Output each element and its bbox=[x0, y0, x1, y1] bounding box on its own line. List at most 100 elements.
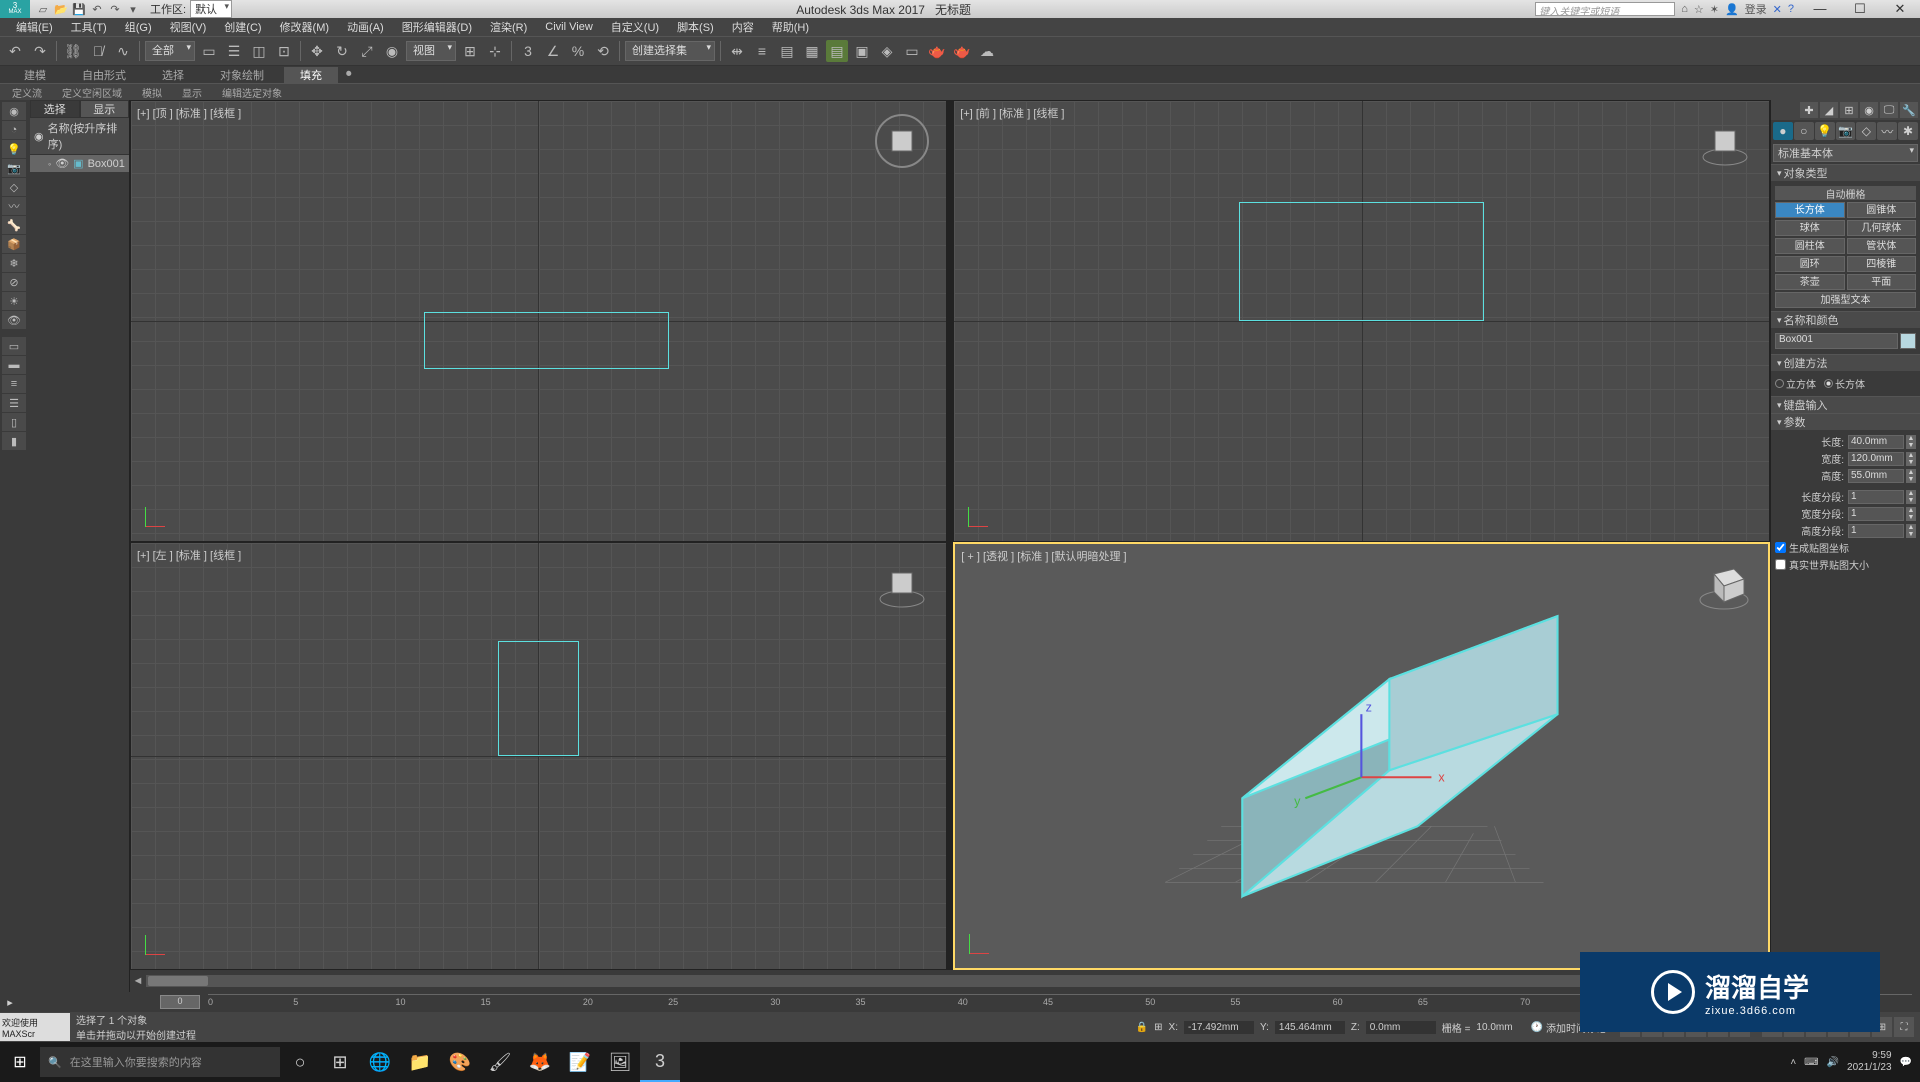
se-filter-container-icon[interactable]: 📦 bbox=[2, 235, 26, 253]
method-cube-radio[interactable]: 立方体 bbox=[1775, 376, 1816, 391]
cat-systems-icon[interactable]: ✱ bbox=[1898, 122, 1918, 140]
menu-views[interactable]: 视图(V) bbox=[162, 19, 215, 35]
viewport-front[interactable]: [+] [前 ] [标准 ] [线框 ] bbox=[953, 100, 1770, 542]
se-filter-hidden-icon[interactable]: ⊘ bbox=[2, 273, 26, 291]
task-explorer-icon[interactable]: 📁 bbox=[400, 1042, 440, 1082]
help-icon[interactable]: ? bbox=[1788, 3, 1794, 15]
menu-group[interactable]: 组(G) bbox=[117, 19, 160, 35]
se-item-box001[interactable]: ◦ 👁 ▣ Box001 bbox=[30, 155, 129, 172]
se-filter-lights-icon[interactable]: 💡 bbox=[2, 140, 26, 158]
project-icon[interactable]: ▾ bbox=[126, 2, 140, 16]
rollout-namecolor[interactable]: 名称和颜色 bbox=[1771, 311, 1920, 328]
se-display-icon[interactable]: 👁 bbox=[2, 311, 26, 329]
realworld-checkbox[interactable] bbox=[1775, 559, 1786, 570]
render-iterative-button[interactable]: 🫖 bbox=[951, 40, 973, 62]
se-tool2-icon[interactable]: ▬ bbox=[2, 356, 26, 374]
wseg-spinbtn[interactable]: ▲▼ bbox=[1906, 507, 1916, 521]
ribbon-tab-populate[interactable]: 填充 bbox=[284, 67, 338, 83]
window-crossing-button[interactable]: ⊡ bbox=[273, 40, 295, 62]
mirror-button[interactable]: ⇹ bbox=[726, 40, 748, 62]
expand-icon[interactable]: ◦ bbox=[48, 159, 51, 169]
pivot-button[interactable]: ⊞ bbox=[459, 40, 481, 62]
se-tool1-icon[interactable]: ▭ bbox=[2, 337, 26, 355]
task-app4-icon[interactable]: 🖼 bbox=[600, 1042, 640, 1082]
menu-animation[interactable]: 动画(A) bbox=[339, 19, 392, 35]
prim-cone[interactable]: 圆锥体 bbox=[1847, 202, 1917, 218]
notifications-icon[interactable]: 💬 bbox=[1900, 1057, 1912, 1068]
render-setup-button[interactable]: ◈ bbox=[876, 40, 898, 62]
new-icon[interactable]: ▱ bbox=[36, 2, 50, 16]
height-spinner[interactable]: 55.0mm bbox=[1848, 469, 1904, 483]
unlink-button[interactable]: ⛓̸ bbox=[87, 40, 109, 62]
se-filter-space-icon[interactable]: 〰 bbox=[2, 197, 26, 215]
viewport-perspective[interactable]: [ + ] [透视 ] [标准 ] [默认明暗处理 ] x y z bbox=[953, 542, 1770, 970]
prim-teapot[interactable]: 茶壶 bbox=[1775, 274, 1845, 290]
viewcube-persp[interactable] bbox=[1694, 554, 1754, 614]
ribbon-toggle-icon[interactable]: ⏺ bbox=[342, 68, 356, 81]
ribbon-tab-selection[interactable]: 选择 bbox=[146, 67, 200, 83]
cat-helpers-icon[interactable]: ◇ bbox=[1856, 122, 1876, 140]
link-button[interactable]: ⛓ bbox=[62, 40, 84, 62]
prim-pyramid[interactable]: 四棱锥 bbox=[1847, 256, 1917, 272]
length-spinbtn[interactable]: ▲▼ bbox=[1906, 435, 1916, 449]
se-tool5-icon[interactable]: ▯ bbox=[2, 413, 26, 431]
menu-rendering[interactable]: 渲染(R) bbox=[482, 19, 535, 35]
prim-box[interactable]: 长方体 bbox=[1775, 202, 1845, 218]
start-button[interactable]: ⊞ bbox=[0, 1042, 40, 1082]
snap-toggle[interactable]: 3 bbox=[517, 40, 539, 62]
lseg-spinner[interactable]: 1 bbox=[1848, 490, 1904, 504]
se-filter-geometry-icon[interactable]: ◉ bbox=[2, 102, 26, 120]
windows-search-input[interactable]: 🔍 在这里输入你要搜索的内容 bbox=[40, 1047, 280, 1077]
exchange-icon[interactable]: ✶ bbox=[1710, 3, 1719, 16]
length-spinner[interactable]: 40.0mm bbox=[1848, 435, 1904, 449]
lseg-spinbtn[interactable]: ▲▼ bbox=[1906, 490, 1916, 504]
timetag-icon[interactable]: 🕐 bbox=[1531, 1022, 1543, 1033]
workspace-dropdown[interactable]: 默认 bbox=[190, 0, 232, 18]
prim-sphere[interactable]: 球体 bbox=[1775, 220, 1845, 236]
cp-motion-icon[interactable]: ◉ bbox=[1860, 102, 1878, 118]
percent-snap[interactable]: % bbox=[567, 40, 589, 62]
cat-cameras-icon[interactable]: 📷 bbox=[1836, 122, 1856, 140]
bind-button[interactable]: ∿ bbox=[112, 40, 134, 62]
select-object-button[interactable]: ▭ bbox=[198, 40, 220, 62]
prim-torus[interactable]: 圆环 bbox=[1775, 256, 1845, 272]
ribbon-sub-display[interactable]: 显示 bbox=[174, 85, 210, 100]
redo-icon[interactable]: ↷ bbox=[108, 2, 122, 16]
ribbon-sub-idle[interactable]: 定义空闲区域 bbox=[54, 85, 130, 100]
ribbon-sub-sim[interactable]: 模拟 bbox=[134, 85, 170, 100]
task-app1-icon[interactable]: 🎨 bbox=[440, 1042, 480, 1082]
prim-geosphere[interactable]: 几何球体 bbox=[1847, 220, 1917, 236]
align-button[interactable]: ≡ bbox=[751, 40, 773, 62]
cp-hierarchy-icon[interactable]: ⊞ bbox=[1840, 102, 1858, 118]
coord-x[interactable]: -17.492mm bbox=[1184, 1021, 1254, 1034]
menu-help[interactable]: 帮助(H) bbox=[764, 19, 817, 35]
genmap-checkbox[interactable] bbox=[1775, 542, 1786, 553]
width-spinner[interactable]: 120.0mm bbox=[1848, 452, 1904, 466]
max-viewport-icon[interactable]: ⛶ bbox=[1894, 1017, 1914, 1037]
close-button[interactable]: ✕ bbox=[1880, 1, 1920, 17]
coord-z[interactable]: 0.0mm bbox=[1366, 1021, 1436, 1034]
schematic-button[interactable]: ▦ bbox=[801, 40, 823, 62]
viewport-scrollbar[interactable]: ◄ 0 / 100 ► bbox=[130, 970, 1770, 992]
render-button[interactable]: 🫖 bbox=[926, 40, 948, 62]
snap-status-icon[interactable]: ⊞ bbox=[1154, 1022, 1162, 1033]
cat-shapes-icon[interactable]: ○ bbox=[1794, 122, 1814, 140]
task-3dsmax-icon[interactable]: 3 bbox=[640, 1042, 680, 1082]
cp-modify-icon[interactable]: ◢ bbox=[1820, 102, 1838, 118]
menu-script[interactable]: 脚本(S) bbox=[669, 19, 722, 35]
signin-icon[interactable]: 👤 bbox=[1725, 3, 1739, 16]
scroll-left-icon[interactable]: ◄ bbox=[130, 975, 146, 987]
se-filter-all-icon[interactable]: ☀ bbox=[2, 292, 26, 310]
app-logo[interactable]: 3MAX bbox=[0, 0, 30, 18]
se-tool4-icon[interactable]: ☰ bbox=[2, 394, 26, 412]
menu-grapheditors[interactable]: 图形编辑器(D) bbox=[394, 19, 480, 35]
spinner-snap[interactable]: ⟲ bbox=[592, 40, 614, 62]
geometry-type-dropdown[interactable]: 标准基本体 bbox=[1773, 144, 1918, 162]
rollout-keyboard[interactable]: 键盘输入 bbox=[1771, 396, 1920, 413]
prim-cylinder[interactable]: 圆柱体 bbox=[1775, 238, 1845, 254]
open-icon[interactable]: 📂 bbox=[54, 2, 68, 16]
object-color-swatch[interactable] bbox=[1900, 333, 1916, 349]
save-icon[interactable]: 💾 bbox=[72, 2, 86, 16]
hseg-spinbtn[interactable]: ▲▼ bbox=[1906, 524, 1916, 538]
render-frame-button[interactable]: ▭ bbox=[901, 40, 923, 62]
